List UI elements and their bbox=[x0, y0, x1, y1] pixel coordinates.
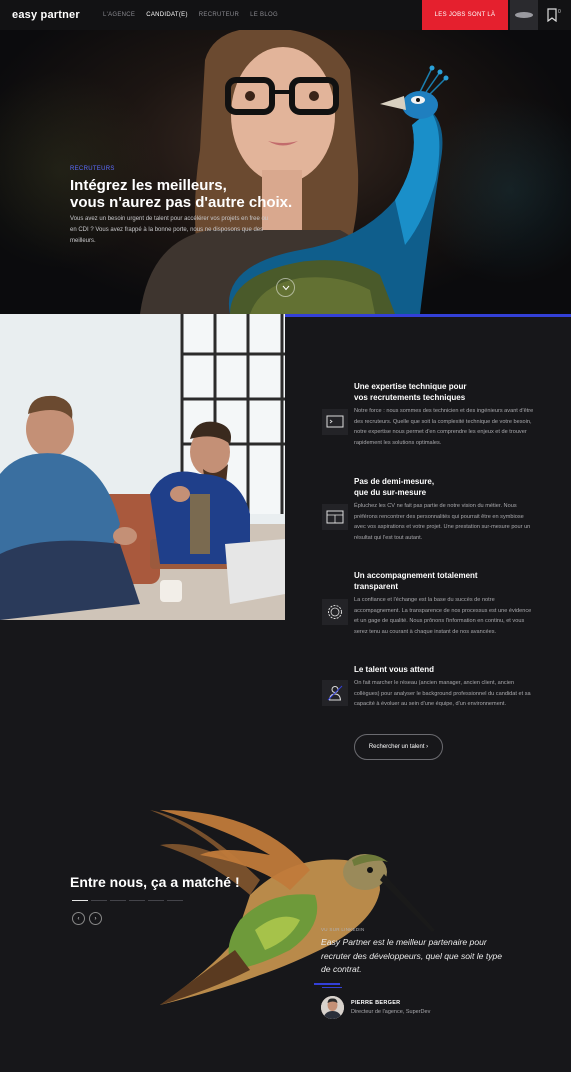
feature-title: Une expertise technique pour vos recrutem… bbox=[354, 382, 467, 402]
feature-title: Un accompagnement totalement transparent bbox=[354, 571, 478, 591]
bookmark-count: 0 bbox=[558, 9, 561, 15]
feature-text: On fait marcher le réseau (ancien manage… bbox=[354, 680, 531, 707]
bookmark-icon[interactable] bbox=[545, 8, 559, 22]
hero-text: Vous avez un besoin urgent de talent pou… bbox=[70, 216, 269, 244]
top-nav: easy partner L'AGENCE CANDIDAT(E) RECRUT… bbox=[0, 0, 571, 30]
office-photo bbox=[0, 314, 285, 620]
gear-icon bbox=[328, 605, 342, 619]
quote-divider bbox=[314, 983, 340, 985]
search-talent-button[interactable]: Rechercher un talent › bbox=[354, 734, 443, 760]
feature-title: Pas de demi-mesure, que du sur-mesure bbox=[354, 477, 435, 497]
carousel-dot[interactable] bbox=[110, 900, 126, 901]
feature-icon-person bbox=[322, 680, 348, 706]
feature-text: Notre force : nous sommes des technicien… bbox=[354, 408, 534, 446]
nav-link-agence[interactable]: L'AGENCE bbox=[103, 12, 135, 18]
nav-link-recruteur[interactable]: RECRUTEUR bbox=[199, 12, 239, 18]
author-photo bbox=[321, 996, 344, 1019]
feature-transparence: Un accompagnement totalement transparent … bbox=[354, 570, 534, 637]
feature-expertise: Une expertise technique pour vos recrutem… bbox=[354, 381, 534, 448]
feature-icon-layout bbox=[322, 504, 348, 530]
feature-text: Épluchez les CV ne fait pas partie de no… bbox=[354, 503, 531, 541]
nav-links: L'AGENCE CANDIDAT(E) RECRUTEUR LE BLOG bbox=[103, 12, 278, 18]
carousel-dot[interactable] bbox=[72, 900, 88, 901]
feature-sur-mesure: Pas de demi-mesure, que du sur-mesure Épl… bbox=[354, 476, 534, 543]
feature-title: Le talent vous attend bbox=[354, 665, 435, 674]
layout-icon bbox=[326, 510, 344, 524]
partner-logo-badge[interactable] bbox=[510, 0, 538, 30]
testimonial-quote: Easy Partner est le meilleur partenaire … bbox=[321, 937, 503, 974]
testimonial-source: VU SUR LINKEDIN bbox=[321, 927, 365, 932]
chevron-down-icon bbox=[282, 285, 289, 290]
hero-tag: RECRUTEURS bbox=[70, 166, 115, 172]
avatar bbox=[321, 996, 344, 1019]
nav-link-blog[interactable]: LE BLOG bbox=[250, 12, 278, 18]
scroll-down-button[interactable] bbox=[276, 278, 295, 297]
feature-icon-screen bbox=[322, 409, 348, 435]
feature-text: La confiance et l'échange est la base du… bbox=[354, 597, 532, 635]
office-image bbox=[0, 314, 285, 620]
carousel-dot[interactable] bbox=[148, 900, 164, 901]
author-name: PIERRE BERGER bbox=[351, 1000, 401, 1006]
accent-bar bbox=[285, 314, 571, 317]
hummingbird-image bbox=[150, 810, 435, 1005]
carousel-dot[interactable] bbox=[167, 900, 183, 901]
quote-divider-small bbox=[322, 987, 342, 988]
feature-icon-gear bbox=[322, 599, 348, 625]
carousel-dot[interactable] bbox=[129, 900, 145, 901]
monitor-icon bbox=[326, 415, 344, 428]
person-icon bbox=[327, 685, 343, 701]
carousel-prev-button[interactable]: ‹ bbox=[72, 912, 85, 925]
partner-logo-icon bbox=[515, 12, 533, 18]
hero-image bbox=[140, 30, 449, 314]
logo[interactable]: easy partner bbox=[12, 9, 80, 21]
nav-link-candidat[interactable]: CANDIDAT(E) bbox=[146, 12, 188, 18]
carousel-dot[interactable] bbox=[91, 900, 107, 901]
jobs-button[interactable]: LES JOBS SONT LÀ bbox=[422, 0, 508, 30]
author-role: Directeur de l'agence, SuperDev bbox=[351, 1009, 431, 1015]
hero-section: RECRUTEURS Intégrez les meilleurs, vous … bbox=[0, 30, 571, 314]
testimonial-heading: Entre nous, ça a matché ! bbox=[70, 874, 240, 890]
carousel-next-button[interactable]: › bbox=[89, 912, 102, 925]
feature-talent: Le talent vous attend On fait marcher le… bbox=[354, 664, 534, 710]
carousel-dots bbox=[72, 900, 183, 901]
hero-title: Intégrez les meilleurs, vous n'aurez pas… bbox=[70, 177, 293, 211]
